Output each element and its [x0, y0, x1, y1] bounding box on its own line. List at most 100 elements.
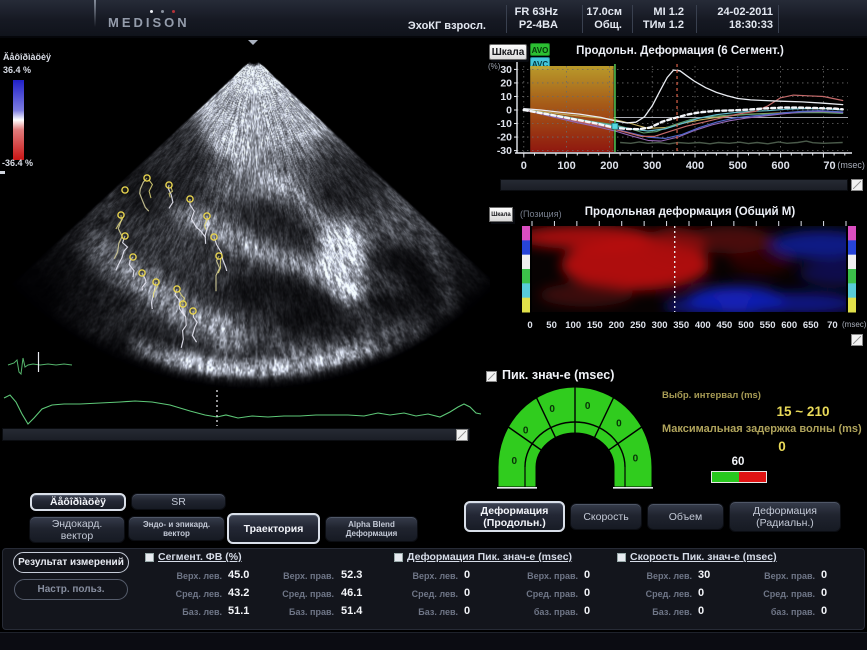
button-sr[interactable]: SR — [131, 493, 226, 510]
measure-value: 45.0 — [228, 569, 249, 581]
measure-value: 0 — [464, 569, 470, 581]
button-label: (Радиальн.) — [756, 517, 814, 529]
column-checkbox[interactable] — [617, 553, 626, 562]
mi-value: MI 1.2 — [643, 6, 684, 19]
segment-color-right — [848, 226, 856, 241]
button-alpha-blend-deformation[interactable]: Alpha BlendДеформация — [325, 516, 418, 542]
date-time: 24-02-2011 18:30:33 — [717, 6, 773, 32]
measure-value: 0 — [464, 587, 470, 599]
measure-value: 0 — [464, 605, 470, 617]
strain-colorbar-label: Äåôîðìàöèÿ — [3, 52, 51, 62]
measure-label: Баз. прав. — [289, 607, 334, 617]
column-checkbox[interactable] — [145, 553, 154, 562]
topbar-separator — [582, 5, 583, 33]
measure-label: Сред. прав. — [282, 589, 334, 599]
mmode-x-label: 250 — [630, 320, 646, 331]
graph-scrollbar[interactable] — [500, 179, 848, 191]
date-value: 24-02-2011 — [717, 6, 773, 19]
delay-colorbar-red — [739, 472, 766, 482]
segment-color-right — [848, 298, 856, 313]
measure-value: 0 — [584, 569, 590, 581]
focus-position-marker[interactable] — [0, 171, 5, 174]
measure-label: Баз. лев. — [182, 607, 222, 617]
x-tick-label: 500 — [729, 160, 747, 172]
button-volume[interactable]: Объем — [647, 503, 724, 530]
ecg-strip — [0, 388, 490, 428]
strain-colorbar-max: 36.4 % — [3, 65, 31, 75]
column-header: Сегмент. ФВ (%) — [158, 551, 242, 563]
x-unit-label: (msec) — [837, 160, 865, 170]
mode-label: Общ. — [586, 19, 622, 32]
mmode-x-label: 150 — [587, 320, 603, 331]
button-label: вектор — [61, 530, 93, 542]
column-checkbox[interactable] — [394, 553, 403, 562]
measure-label: Сред. прав. — [526, 589, 578, 599]
graph-expand-icon[interactable] — [851, 179, 863, 191]
button-endo-epicard-vector[interactable]: Эндо- и эпикард.вектор — [128, 516, 225, 541]
mmode-x-label: 300 — [652, 320, 668, 331]
mmode-x-unit: (msec) — [842, 320, 867, 329]
segment-color-right — [848, 269, 856, 284]
logo-dot-gray — [161, 10, 164, 13]
measure-value: 51.4 — [341, 605, 362, 617]
mmode-x-label: 450 — [716, 320, 732, 331]
button-label: Деформация — [346, 529, 398, 538]
cine-expand-icon[interactable] — [456, 429, 468, 441]
segment-value: 0 — [512, 456, 518, 467]
user-settings-button[interactable]: Настр. польз. — [14, 579, 128, 600]
x-tick-label: 600 — [771, 160, 789, 172]
measure-label: Верх. прав. — [283, 571, 334, 581]
strain-colorbar — [13, 80, 24, 160]
mmode-blobs — [519, 225, 867, 315]
measure-label: Баз. лев. — [652, 607, 692, 617]
button-label: Эндо- и эпикард. — [143, 520, 210, 529]
mi-tim: MI 1.2 ТИм 1.2 — [643, 6, 684, 32]
button-label: Alpha Blend — [348, 520, 395, 529]
button-deformation[interactable]: Äåôîðìàöèÿ — [30, 493, 126, 511]
x-tick-label: 300 — [643, 160, 661, 172]
sector-apex-marker — [248, 40, 258, 45]
segment-color-right — [848, 283, 856, 298]
y-tick-label: 20 — [500, 77, 512, 89]
topbar-separator — [696, 5, 697, 33]
selected-interval-value: 15 ~ 210 — [760, 404, 846, 419]
mmode-strain-map: 0501001502002503003504004505005506006507… — [485, 196, 867, 341]
column-header: Скорость Пик. знач-е (msec) — [630, 551, 777, 563]
segment-value: 0 — [523, 425, 529, 436]
topbar-separator — [632, 5, 633, 33]
button-velocity[interactable]: Скорость — [570, 503, 642, 530]
button-endocard-vector[interactable]: Эндокард.вектор — [29, 516, 125, 543]
y-tick-label: 30 — [500, 64, 512, 76]
cine-scrollbar[interactable] — [2, 428, 470, 441]
button-label: Деформация — [753, 505, 817, 517]
button-deformation-longitudinal[interactable]: Деформация(Продольн.) — [464, 501, 565, 532]
button-label: вектор — [163, 529, 190, 538]
measure-value: 51.1 — [228, 605, 249, 617]
measure-value: 0 — [584, 587, 590, 599]
measurement-result-button[interactable]: Результат измерений — [13, 552, 129, 573]
measure-label: Сред. лев. — [412, 589, 458, 599]
button-deformation-radial[interactable]: Деформация(Радиальн.) — [729, 501, 841, 532]
measure-value: 43.2 — [228, 587, 249, 599]
measure-value: 0 — [821, 569, 827, 581]
strain-blob — [664, 297, 722, 316]
x-tick-label: 70 — [823, 160, 835, 172]
button-trajectory[interactable]: Траектория — [227, 513, 320, 544]
frame-rate-probe: FR 63Hz P2-4BA — [515, 6, 558, 32]
depth-value: 17.0см — [586, 6, 622, 19]
selected-interval-label: Выбр. интервал (ms) — [662, 390, 761, 401]
mmode-expand-icon[interactable] — [851, 334, 863, 346]
y-tick-label: -20 — [497, 132, 512, 144]
segment-color-right — [848, 240, 856, 255]
segment-value: 0 — [633, 454, 639, 465]
measure-value: 0 — [821, 587, 827, 599]
top-status-bar: MEDISON ЭхоКГ взросл. FR 63Hz P2-4BA 17.… — [0, 0, 867, 38]
topbar-separator — [506, 5, 507, 33]
ecg-trace — [4, 395, 481, 424]
button-label: Эндокард. — [52, 518, 103, 530]
mmode-x-label: 350 — [673, 320, 689, 331]
mmode-x-label: 600 — [781, 320, 797, 331]
mmode-x-label: 50 — [546, 320, 557, 331]
strain-blob — [539, 283, 633, 307]
measure-label: Верх. лев. — [176, 571, 222, 581]
